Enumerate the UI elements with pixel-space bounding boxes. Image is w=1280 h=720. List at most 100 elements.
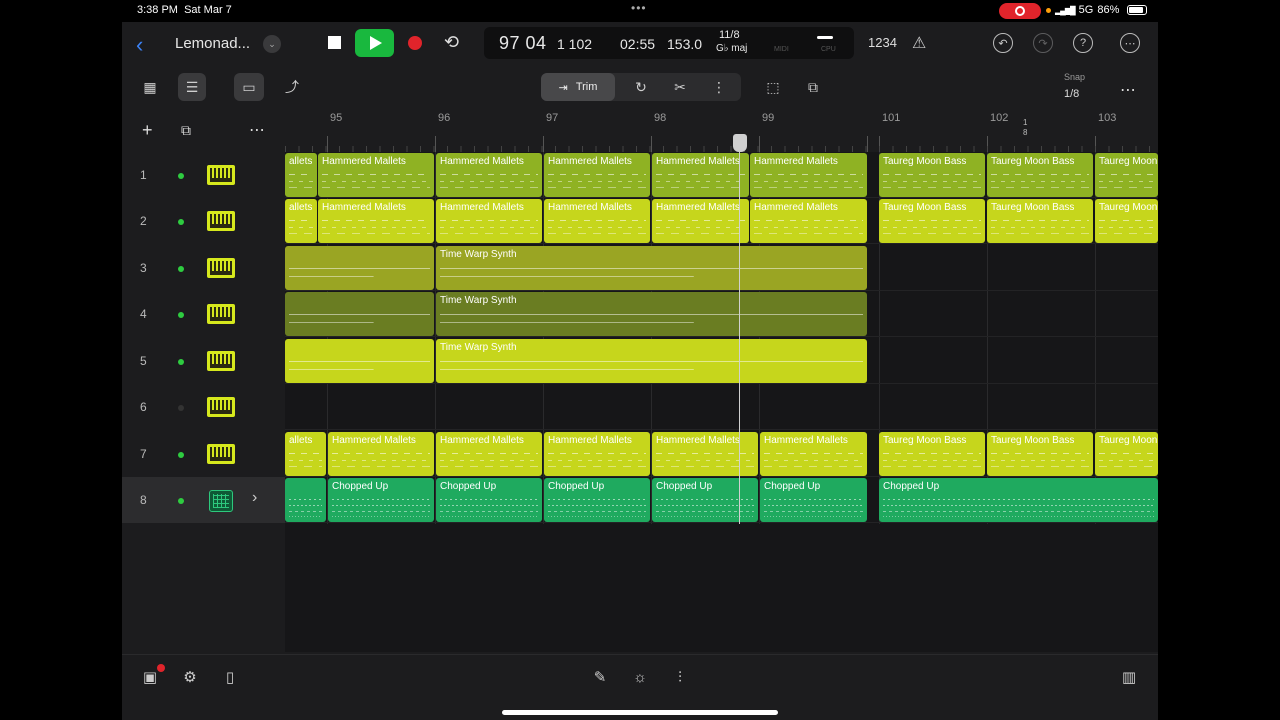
time-signature-marker[interactable]: 18 <box>1023 118 1027 138</box>
midi-region[interactable] <box>285 246 434 290</box>
keyboard-instrument-icon[interactable] <box>207 397 235 417</box>
inspector-icon[interactable]: ⚙ <box>180 667 200 687</box>
midi-region[interactable]: Taureg Moon Bass <box>987 199 1093 243</box>
midi-region[interactable]: Taureg Moon Bass <box>879 199 985 243</box>
more-icon[interactable]: ⋯ <box>1120 33 1140 53</box>
track-lane-7[interactable]: allets Hammered Mallets Hammered Mallets… <box>285 431 1158 477</box>
midi-region[interactable]: Taureg Moon Bass <box>987 153 1093 197</box>
midi-region[interactable]: Hammered Mallets <box>436 199 542 243</box>
chevron-down-icon[interactable]: ⌄ <box>263 35 281 53</box>
copy-icon[interactable]: ⧉ <box>799 73 827 101</box>
midi-region[interactable]: allets <box>285 199 317 243</box>
keyboard-instrument-icon[interactable] <box>207 165 235 185</box>
split-tool-icon[interactable]: ✂ <box>666 73 694 101</box>
pattern-region[interactable] <box>285 478 326 522</box>
count-in-button[interactable]: 1234 <box>868 35 897 50</box>
cycle-icon[interactable]: ⟲ <box>444 32 459 53</box>
stop-button[interactable] <box>328 36 341 49</box>
plugins-icon[interactable]: ☼ <box>630 667 650 687</box>
metronome-icon[interactable]: ⚠ <box>912 33 926 53</box>
join-tool-icon[interactable]: ⋮ <box>705 73 733 101</box>
multitask-dots[interactable]: ••• <box>631 1 647 15</box>
midi-region[interactable]: Taureg Moon Bass <box>987 432 1093 476</box>
midi-region[interactable]: Hammered Mallets <box>760 432 867 476</box>
song-title[interactable]: Lemonad... <box>175 35 250 52</box>
midi-region[interactable]: Hammered Mallets <box>544 153 650 197</box>
midi-region[interactable]: Hammered Mallets <box>318 199 434 243</box>
track-lane-4[interactable]: Time Warp Synth <box>285 291 1158 337</box>
keyboard-instrument-icon[interactable] <box>207 211 235 231</box>
tracks-area[interactable]: allets Hammered Mallets Hammered Mallets… <box>285 152 1158 652</box>
midi-region[interactable]: Hammered Mallets <box>652 153 749 197</box>
pattern-region[interactable]: Chopped Up <box>760 478 867 522</box>
track-header-1[interactable]: 1 <box>122 152 285 198</box>
editor-toggle-icon[interactable]: ▯ <box>220 667 240 687</box>
midi-region[interactable]: Hammered Mallets <box>328 432 434 476</box>
duplicate-track-icon[interactable]: ⧉ <box>181 122 191 139</box>
midi-region[interactable]: Hammered Mallets <box>652 199 749 243</box>
track-header-2[interactable]: 2 <box>122 198 285 244</box>
track-lane-3[interactable]: Time Warp Synth <box>285 245 1158 291</box>
back-icon[interactable]: ‹ <box>136 32 143 58</box>
track-lane-8[interactable]: Chopped Up Chopped Up Chopped Up Chopped… <box>285 477 1158 523</box>
add-track-icon[interactable]: + <box>142 120 153 141</box>
automation-icon[interactable]: ⤴ <box>278 73 306 101</box>
midi-region[interactable]: Taureg Moon Bass <box>879 432 985 476</box>
playhead[interactable] <box>739 152 740 524</box>
track-lane-6[interactable] <box>285 384 1158 430</box>
track-activity-dot[interactable] <box>178 452 184 458</box>
pattern-region[interactable]: Chopped Up <box>436 478 542 522</box>
midi-region[interactable]: allets <box>285 153 317 197</box>
midi-region[interactable]: Hammered Mallets <box>544 432 650 476</box>
track-activity-dot[interactable] <box>178 405 184 411</box>
region-view-icon[interactable]: ▭ <box>234 73 264 101</box>
keyboard-instrument-icon[interactable] <box>207 444 235 464</box>
track-activity-dot[interactable] <box>178 219 184 225</box>
redo-icon[interactable]: ↷ <box>1033 33 1053 53</box>
track-header-5[interactable]: 5 <box>122 338 285 384</box>
lcd-display[interactable]: 97 04 1 102 02:55 153.0 11/8 G♭ maj MIDI… <box>484 27 854 59</box>
track-more-icon[interactable]: ⋯ <box>249 120 265 140</box>
track-activity-dot[interactable] <box>178 173 184 179</box>
drum-machine-icon[interactable] <box>209 490 233 512</box>
midi-region[interactable] <box>285 292 434 336</box>
midi-region[interactable]: allets <box>285 432 326 476</box>
track-header-6[interactable]: 6 <box>122 384 285 430</box>
playhead-handle[interactable] <box>733 134 747 152</box>
record-button[interactable] <box>408 36 422 50</box>
track-lane-1[interactable]: allets Hammered Mallets Hammered Mallets… <box>285 152 1158 198</box>
track-activity-dot[interactable] <box>178 312 184 318</box>
midi-region[interactable]: Hammered Mallets <box>436 153 542 197</box>
keyboard-instrument-icon[interactable] <box>207 351 235 371</box>
undo-icon[interactable]: ↶ <box>993 33 1013 53</box>
piano-keyboard-icon[interactable]: ▥ <box>1119 667 1139 687</box>
toolbar-more-icon[interactable]: ⋯ <box>1120 80 1136 100</box>
midi-region[interactable]: Time Warp Synth <box>436 339 867 383</box>
midi-region[interactable]: Hammered Mallets <box>544 199 650 243</box>
track-header-8[interactable]: 8 › <box>122 477 285 523</box>
keyboard-instrument-icon[interactable] <box>207 304 235 324</box>
midi-region[interactable]: Taureg Moon <box>1095 199 1158 243</box>
loop-tool-icon[interactable]: ↻ <box>627 73 655 101</box>
track-header-3[interactable]: 3 <box>122 245 285 291</box>
midi-region[interactable]: Hammered Mallets <box>750 199 867 243</box>
tracks-view-icon[interactable]: ☰ <box>178 73 206 101</box>
snap-value[interactable]: 1/8 <box>1064 88 1079 100</box>
timeline-ruler[interactable]: 95 96 97 98 99 101 102 103 18 <box>285 110 1158 152</box>
midi-region[interactable]: Taureg Moon <box>1095 153 1158 197</box>
midi-region[interactable] <box>285 339 434 383</box>
pattern-region[interactable]: Chopped Up <box>879 478 1158 522</box>
pattern-region[interactable]: Chopped Up <box>544 478 650 522</box>
track-activity-dot[interactable] <box>178 266 184 272</box>
pattern-region[interactable]: Chopped Up <box>652 478 758 522</box>
track-activity-dot[interactable] <box>178 359 184 365</box>
track-header-4[interactable]: 4 <box>122 291 285 337</box>
midi-region[interactable]: Hammered Mallets <box>652 432 758 476</box>
midi-region[interactable]: Taureg Moon <box>1095 432 1158 476</box>
home-indicator[interactable] <box>502 710 778 715</box>
chevron-right-icon[interactable]: › <box>252 489 257 507</box>
midi-region[interactable]: Taureg Moon Bass <box>879 153 985 197</box>
help-icon[interactable]: ? <box>1073 33 1093 53</box>
screen-recording-indicator[interactable] <box>999 3 1041 19</box>
pencil-icon[interactable]: ✎ <box>590 667 610 687</box>
